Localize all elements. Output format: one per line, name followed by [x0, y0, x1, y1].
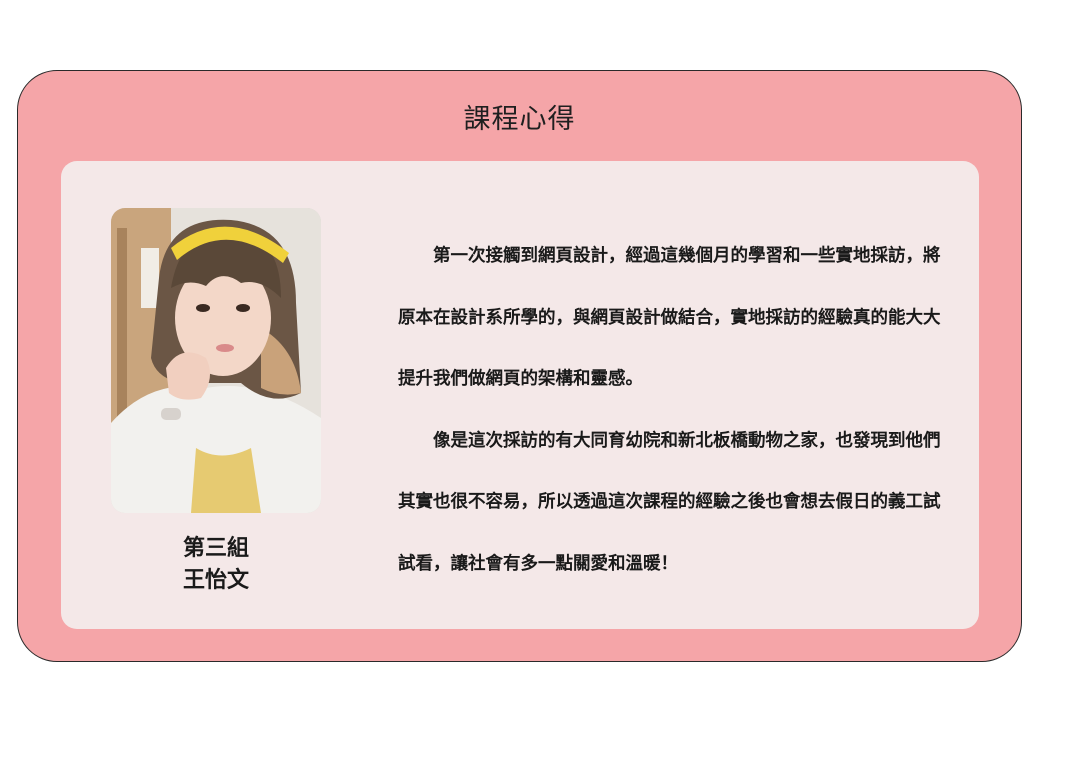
card-title: 課程心得	[463, 104, 576, 135]
portrait-photo-icon	[111, 208, 321, 513]
content-panel: 第三組 王怡文 第一次接觸到網頁設計，經過這幾個月的學習和一些實地採訪，將原本在…	[61, 161, 979, 629]
reflection-text: 第一次接觸到網頁設計，經過這幾個月的學習和一些實地採訪，將原本在設計系所學的，與…	[398, 226, 943, 595]
person-name: 王怡文	[182, 568, 249, 593]
group-label: 第三組	[182, 536, 249, 561]
reflection-paragraph: 第一次接觸到網頁設計，經過這幾個月的學習和一些實地採訪，將原本在設計系所學的，與…	[398, 246, 941, 389]
reflection-card: 課程心得 第三組 王怡文 第一次接觸到網頁設計，經過這幾個月的學習和一些實地採訪…	[17, 70, 1022, 662]
profile-photo	[111, 208, 321, 513]
profile-caption: 第三組 王怡文	[111, 533, 321, 597]
reflection-paragraph: 像是這次採訪的有大同育幼院和新北板橋動物之家，也發現到他們其實也很不容易，所以透…	[398, 430, 941, 574]
